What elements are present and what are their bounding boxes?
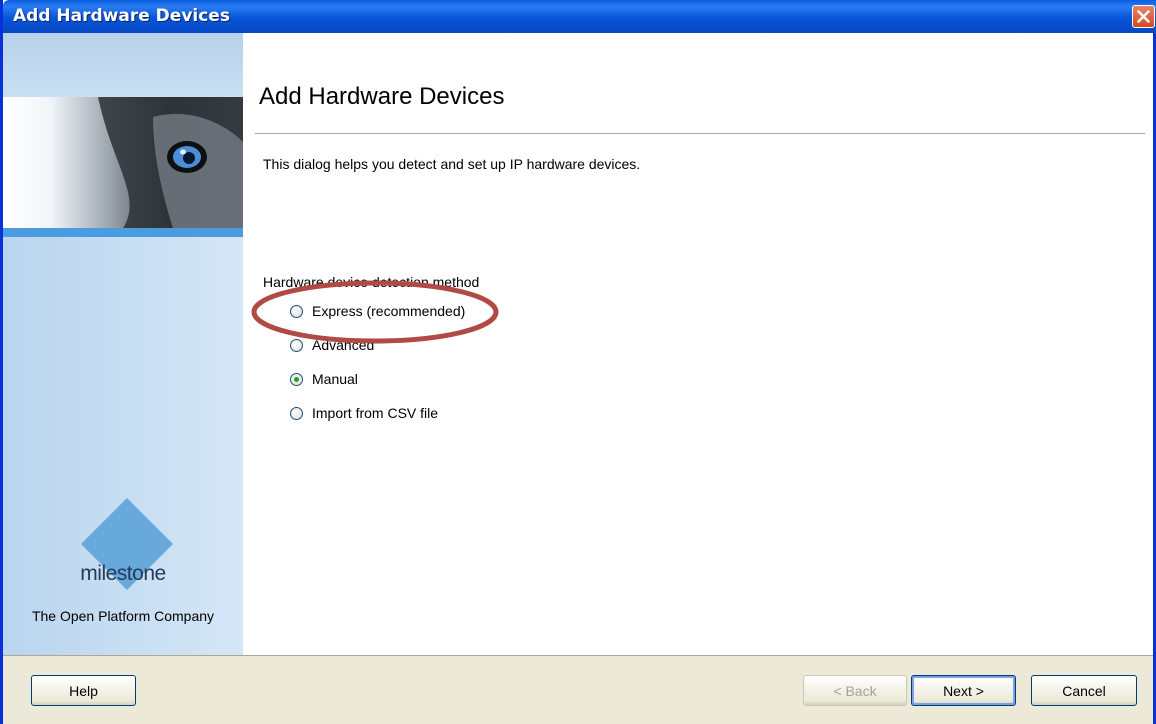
logo-wordmark: milestone — [80, 562, 166, 585]
close-button[interactable] — [1132, 5, 1155, 28]
radio-selected-dot — [294, 376, 299, 382]
wolf-eye-image — [3, 97, 243, 228]
page-title: Add Hardware Devices — [259, 83, 505, 110]
back-button[interactable]: < Back — [803, 675, 907, 706]
button-bar: Help < Back Next > Cancel — [3, 655, 1153, 724]
cancel-button[interactable]: Cancel — [1031, 675, 1137, 706]
help-button-label: Help — [69, 682, 98, 699]
company-tagline: The Open Platform Company — [31, 608, 215, 624]
back-button-label: < Back — [833, 682, 877, 699]
radio-manual-label: Manual — [312, 371, 358, 387]
radio-button-icon[interactable] — [290, 406, 303, 420]
window-title: Add Hardware Devices — [13, 6, 230, 26]
highlight-ellipse-annotation — [251, 280, 499, 344]
sidebar-panel: milestone The Open Platform Company — [3, 33, 243, 655]
close-icon — [1137, 10, 1150, 23]
dialog-description: This dialog helps you detect and set up … — [263, 156, 641, 172]
cancel-button-label: Cancel — [1062, 682, 1106, 699]
next-button[interactable]: Next > — [911, 675, 1016, 706]
next-button-label: Next > — [943, 682, 984, 699]
radio-import-csv[interactable]: Import from CSV file — [290, 405, 438, 421]
radio-button-selected-icon[interactable] — [290, 372, 303, 386]
help-button[interactable]: Help — [31, 675, 136, 706]
radio-import-csv-label: Import from CSV file — [312, 405, 439, 421]
heading-divider — [255, 133, 1145, 134]
sidebar-stripe — [3, 228, 243, 237]
title-bar[interactable]: Add Hardware Devices — [3, 0, 1156, 33]
sidebar-top-band — [3, 33, 243, 97]
radio-manual[interactable]: Manual — [290, 371, 358, 387]
